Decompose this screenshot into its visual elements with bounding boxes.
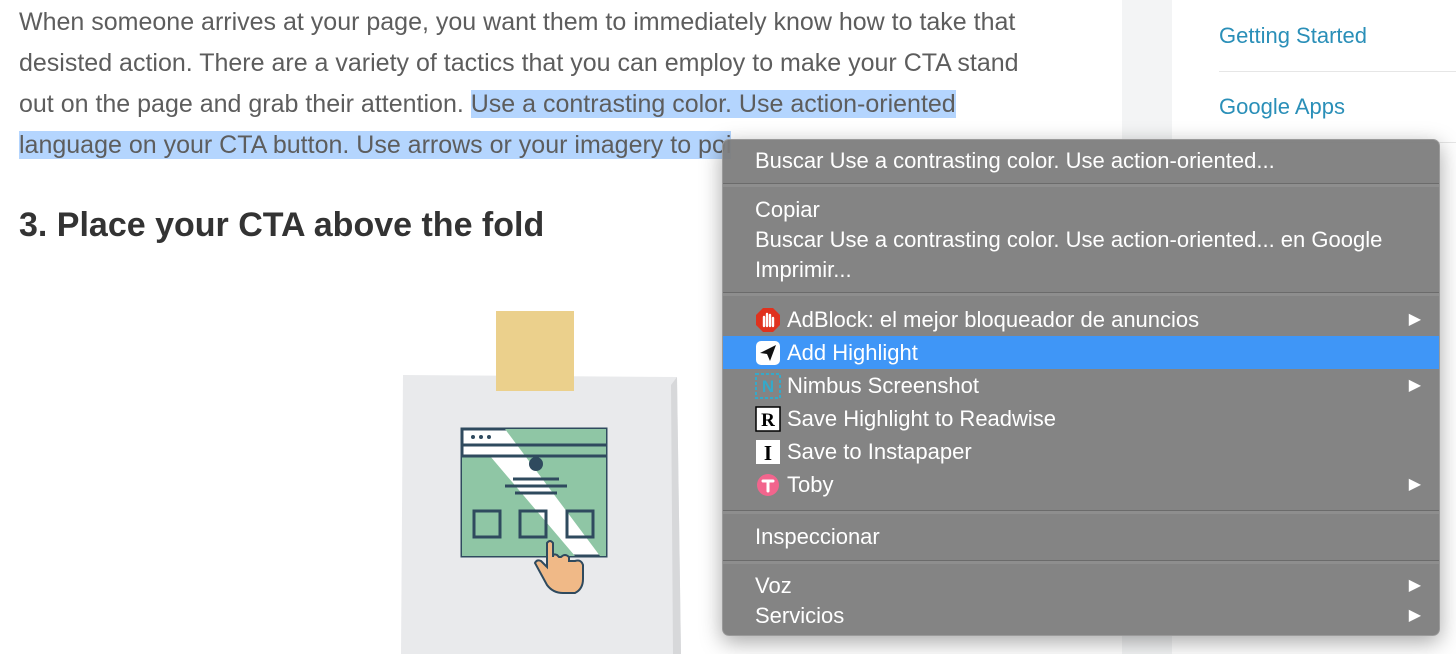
menu-item-print[interactable]: Imprimir...	[755, 253, 1439, 286]
menu-item-nimbus[interactable]: N Nimbus Screenshot ▶	[723, 369, 1439, 402]
section-heading: 3. Place your CTA above the fold	[19, 206, 545, 244]
menu-item-label: Add Highlight	[787, 340, 918, 365]
menu-item-search-selection[interactable]: Buscar Use a contrasting color. Use acti…	[755, 144, 1439, 177]
menu-item-label: Toby	[787, 472, 834, 497]
sidebar-link-google-apps[interactable]: Google Apps	[1219, 92, 1345, 122]
submenu-arrow-icon: ▶	[1408, 476, 1421, 493]
submenu-arrow-icon: ▶	[1408, 607, 1421, 624]
menu-item-services[interactable]: Servicios ▶	[755, 599, 1439, 632]
menu-item-adblock[interactable]: AdBlock: el mejor bloqueador de anuncios…	[723, 303, 1439, 336]
menu-item-label: Voz	[755, 573, 792, 598]
submenu-arrow-icon: ▶	[1408, 377, 1421, 394]
menu-item-label: Servicios	[755, 603, 845, 628]
menu-item-inspect[interactable]: Inspeccionar	[755, 520, 1439, 553]
menu-item-add-highlight[interactable]: Add Highlight	[723, 336, 1439, 369]
menu-separator	[723, 292, 1439, 296]
menu-separator	[723, 560, 1439, 564]
instapaper-i-icon: I	[756, 440, 780, 465]
paper-plane-icon	[756, 341, 780, 365]
menu-item-search-google[interactable]: Buscar Use a contrasting color. Use acti…	[755, 223, 1439, 256]
toby-icon	[757, 474, 779, 496]
adblock-hand-icon	[756, 308, 780, 332]
context-menu: Buscar Use a contrasting color. Use acti…	[722, 139, 1440, 636]
svg-text:N: N	[762, 377, 774, 396]
sidebar-link-getting-started[interactable]: Getting Started	[1219, 21, 1367, 51]
readwise-r-icon: R	[755, 406, 781, 432]
menu-item-label: AdBlock: el mejor bloqueador de anuncios	[787, 307, 1200, 332]
sidebar-divider	[1219, 71, 1456, 72]
menu-item-label: Nimbus Screenshot	[787, 373, 979, 398]
menu-item-readwise[interactable]: R Save Highlight to Readwise	[723, 402, 1439, 435]
menu-item-speech[interactable]: Voz ▶	[755, 569, 1439, 602]
menu-separator	[723, 510, 1439, 514]
cta-illustration	[401, 311, 681, 654]
nimbus-n-icon: N	[755, 373, 781, 399]
menu-item-toby[interactable]: Toby ▶	[723, 468, 1439, 501]
submenu-arrow-icon: ▶	[1408, 311, 1421, 328]
menu-item-label: Save to Instapaper	[787, 439, 972, 464]
svg-text:I: I	[764, 441, 772, 465]
svg-text:R: R	[761, 410, 775, 431]
menu-item-copy[interactable]: Copiar	[755, 193, 1439, 226]
submenu-arrow-icon: ▶	[1408, 577, 1421, 594]
menu-item-label: Save Highlight to Readwise	[787, 406, 1057, 431]
menu-separator	[723, 183, 1439, 187]
menu-item-instapaper[interactable]: I Save to Instapaper	[723, 435, 1439, 468]
